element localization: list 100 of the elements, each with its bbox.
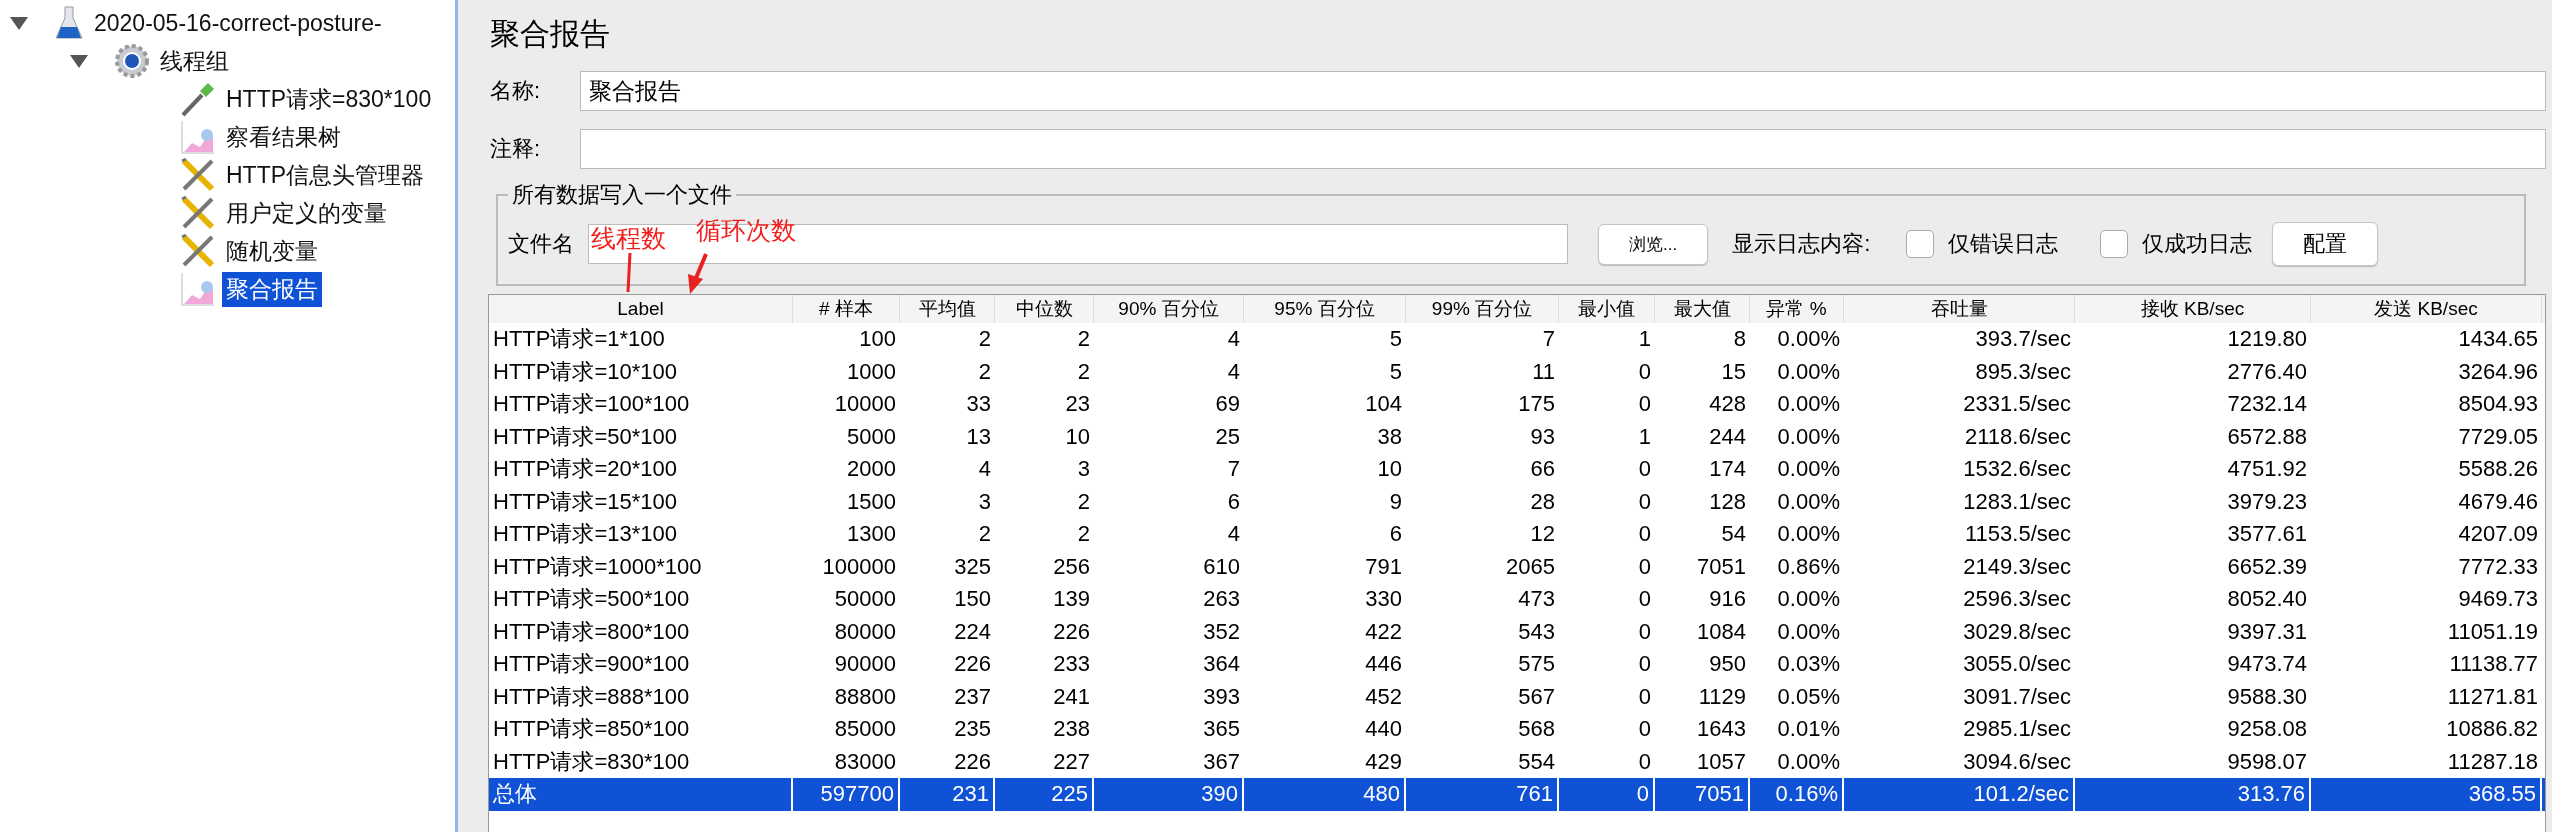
table-cell-text: 88800 (833, 682, 897, 711)
table-cell-text: 0.00% (1776, 422, 1841, 451)
table-cell-text: 11271.81 (2446, 682, 2539, 711)
table-cell-text: 0.00% (1776, 520, 1841, 548)
checkbox[interactable] (2100, 230, 2129, 258)
column-header[interactable]: 平均值 (900, 295, 995, 323)
table-cell-text: 227 (1052, 747, 1091, 776)
column-header[interactable]: 95% 百分位 (1244, 295, 1406, 323)
table-cell-text: 2985.1/sec (1962, 715, 2072, 743)
table-cell-text: 473 (1517, 585, 1556, 613)
column-header[interactable]: Label (489, 295, 793, 323)
table-cell-text: 3 (977, 487, 992, 516)
tree-item[interactable]: 聚合报告 (222, 271, 322, 307)
table-cell-text: 25 (1214, 422, 1241, 451)
table-row[interactable]: HTTP请求=100*100 10000 33 23 69 104 175 0 428 0.00% 2331.5/sec 7232.14 8504.93 (489, 388, 2545, 421)
table-cell-text: 3577.61 (2226, 520, 2308, 548)
table-cell: 225 (995, 778, 1094, 811)
checkbox-label: 仅成功日志 (2142, 230, 2253, 258)
table-row[interactable]: HTTP请求=1000*100 100000 325 256 610 791 2065 0 7051 0.86% 2149.3/sec 6652.39 7772.33 (489, 550, 2545, 583)
column-header[interactable]: 最大值 (1655, 295, 1750, 323)
table-cell-text: 2149.3/sec (1962, 552, 2072, 581)
tree-item[interactable]: HTTP信息头管理器 (222, 157, 429, 193)
table-cell-text: 422 (1364, 617, 1403, 646)
table-cell-text: 93 (1529, 422, 1556, 451)
table-cell-text: 4 (977, 455, 992, 483)
tree-item[interactable]: HTTP请求=830*100 (222, 81, 436, 117)
table-cell-text: 1434.65 (2457, 325, 2539, 353)
table-cell-text: 5000 (846, 422, 897, 451)
table-cell-text: 10 (1376, 455, 1403, 483)
table-cell-text: 54 (1720, 520, 1747, 548)
tree-item[interactable]: 察看结果树 (222, 119, 345, 155)
column-header[interactable]: 中位数 (995, 295, 1094, 323)
column-header[interactable]: 异常 % (1750, 295, 1844, 323)
table-row[interactable]: HTTP请求=20*100 2000 4 3 7 10 66 0 174 0.00% 1532.6/sec 4751.92 5588.26 (489, 453, 2545, 486)
table-cell-text: 7729.05 (2457, 422, 2539, 451)
table-row[interactable]: HTTP请求=15*100 1500 3 2 6 9 28 0 128 0.00% 1283.1/sec 3979.23 4679.46 (489, 485, 2545, 518)
name-field[interactable]: 聚合报告 (580, 71, 2546, 111)
table-cell-text: 83000 (833, 747, 897, 776)
checkbox[interactable] (1906, 230, 1935, 258)
table-cell-text: 393 (1202, 682, 1241, 711)
tree-item[interactable]: 线程组 (156, 43, 233, 79)
table-cell-text: 11287.18 (2446, 747, 2539, 776)
table-row[interactable]: HTTP请求=13*100 1300 2 2 4 6 12 0 54 0.00% 1153.5/sec 3577.61 4207.09 (489, 518, 2545, 551)
table-cell-text: 128 (1708, 487, 1747, 516)
table-cell-text: 11 (1531, 357, 1556, 386)
column-header[interactable]: 99% 百分位 (1406, 295, 1559, 323)
table-row[interactable]: HTTP请求=900*100 90000 226 233 364 446 575 0 950 0.03% 3055.0/sec 9473.74 11138.77 (489, 648, 2545, 681)
column-header[interactable]: 最小值 (1559, 295, 1655, 323)
table-row[interactable]: HTTP请求=50*100 5000 13 10 25 38 93 1 244 0.00% 2118.6/sec 6572.88 7729.05 (489, 420, 2545, 453)
column-header[interactable]: 吞吐量 (1844, 295, 2075, 323)
table-row[interactable]: HTTP请求=830*100 83000 226 227 367 429 554 0 1057 0.00% 3094.6/sec 9598.07 11287.18 (489, 745, 2545, 778)
annotation-arrow (688, 253, 708, 294)
tree-item[interactable]: 随机变量 (222, 233, 322, 269)
comment-field[interactable] (580, 129, 2546, 169)
table-row[interactable]: HTTP请求=800*100 80000 224 226 352 422 543 0 1084 0.00% 3029.8/sec 9397.31 11051.19 (489, 615, 2545, 648)
column-header[interactable]: 接收 KB/sec (2075, 295, 2311, 323)
table-cell-text: 895.3/sec (1974, 357, 2072, 386)
column-header[interactable]: 发送 KB/sec (2311, 295, 2542, 323)
name-label: 名称: (490, 77, 542, 105)
tree-item[interactable]: 用户定义的变量 (222, 195, 391, 231)
table-row[interactable]: HTTP请求=1*100 100 2 2 4 5 7 1 8 0.00% 393.7/sec 1219.80 1434.65 (489, 323, 2545, 356)
browse-button[interactable]: 浏览... (1598, 223, 1709, 265)
table-cell-text: HTTP请求=830*100 (492, 747, 691, 776)
table-cell-text: 9588.30 (2226, 682, 2308, 711)
table-cell-text: 0.00% (1776, 325, 1841, 353)
table-row[interactable]: 总体 597700 231 225 390 480 761 0 7051 0.16% 101.2/sec 313.76 368.55 (489, 778, 2545, 811)
table-cell-text: 11138.77 (2448, 650, 2539, 678)
table-cell-text: 10000 (833, 390, 897, 418)
table-cell-text: 2776.40 (2226, 357, 2308, 386)
table-row[interactable]: HTTP请求=850*100 85000 235 238 365 440 568 0 1643 0.01% 2985.1/sec 9258.08 10886.82 (489, 713, 2545, 746)
config-button[interactable]: 配置 (2272, 222, 2379, 266)
table-cell-text: 69 (1214, 390, 1241, 418)
table-cell: 总体 (489, 778, 793, 811)
column-header[interactable]: 90% 百分位 (1094, 295, 1244, 323)
table-cell-text: 100 (858, 325, 897, 353)
table-cell-text: 2 (977, 325, 992, 353)
table-row[interactable]: HTTP请求=10*100 1000 2 2 4 5 11 0 15 0.00% 895.3/sec 2776.40 3264.96 (489, 355, 2545, 388)
table-cell-text: 0 (1637, 520, 1652, 548)
expand-triangle-icon[interactable] (8, 14, 30, 32)
table-cell-text: 5 (1388, 325, 1403, 353)
table-cell: 368.55 (2311, 778, 2542, 811)
table-cell-text: 235 (953, 715, 992, 743)
table-row[interactable]: HTTP请求=888*100 88800 237 241 393 452 567 0 1129 0.05% 3091.7/sec 9588.30 11271.81 (489, 680, 2545, 713)
table-cell-text: 1 (1637, 422, 1652, 451)
panel-title: 聚合报告 (490, 16, 611, 52)
table-cell: 7051 (1655, 778, 1750, 811)
table-cell-text: 0.86% (1776, 552, 1841, 581)
table-cell-text: 0 (1637, 585, 1652, 613)
table-cell-text: 3979.23 (2226, 487, 2308, 516)
table-row[interactable]: HTTP请求=500*100 50000 150 139 263 330 473 0 916 0.00% 2596.3/sec 8052.40 9469.73 (489, 583, 2545, 616)
column-header[interactable]: # 样本 (793, 295, 900, 323)
tree-item[interactable]: 2020-05-16-correct-posture- (90, 7, 386, 39)
expand-triangle-icon[interactable] (68, 52, 90, 70)
table-cell-text: 11051.19 (2446, 617, 2539, 646)
table-cell: 101.2/sec (1844, 778, 2075, 811)
table-cell-text: HTTP请求=500*100 (492, 585, 691, 613)
dropper-icon (180, 81, 216, 117)
table-cell-text: HTTP请求=800*100 (492, 617, 691, 646)
table-cell-text: 0 (1637, 552, 1652, 581)
table-cell-text: 1 (1637, 325, 1652, 353)
